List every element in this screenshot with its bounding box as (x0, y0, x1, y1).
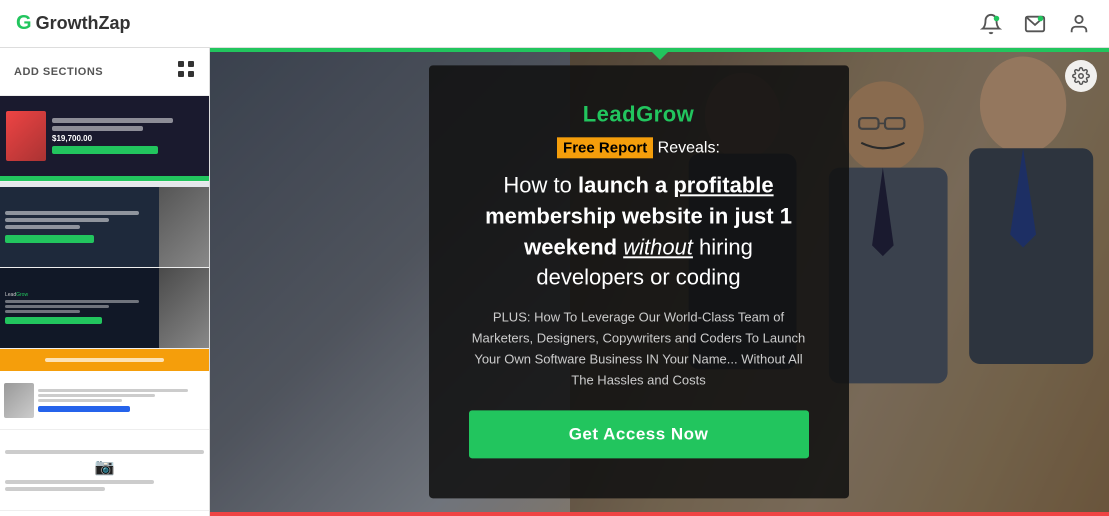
thumbnail-3: LeadGrow (0, 268, 209, 348)
logo-g-icon: G (16, 12, 32, 35)
list-item[interactable] (0, 349, 209, 430)
user-icon-btn[interactable] (1065, 10, 1093, 38)
notification-icon-btn[interactable] (977, 10, 1005, 38)
logo: G GrowthZap (16, 12, 131, 35)
card-body-text: PLUS: How To Leverage Our World-Class Te… (469, 308, 809, 391)
top-triangle-arrow (652, 52, 668, 60)
card-logo: LeadGrow (469, 101, 809, 127)
list-item[interactable]: LeadGrow (0, 268, 209, 349)
sidebar: ADD SECTIONS (0, 48, 210, 516)
card-logo-suffix: Grow (636, 101, 694, 126)
get-access-button[interactable]: Get Access Now (469, 411, 809, 459)
main-layout: ADD SECTIONS (0, 48, 1109, 516)
nav-icons-group (977, 10, 1093, 38)
card-logo-prefix: Lead (583, 101, 636, 126)
thumbnail-2 (0, 187, 209, 267)
sidebar-header-label: ADD SECTIONS (14, 66, 103, 78)
grid-icon[interactable] (177, 60, 195, 83)
card-subtitle-highlighted: Free Report (557, 137, 653, 158)
list-item[interactable] (0, 187, 209, 268)
bottom-accent-bar (210, 512, 1109, 516)
settings-gear-button[interactable] (1065, 60, 1097, 92)
thumbnail-4 (0, 349, 209, 429)
card-subtitle-rest: Reveals: (653, 139, 720, 156)
card-headline: How to launch a profitablemembership web… (469, 170, 809, 293)
top-navigation: G GrowthZap (0, 0, 1109, 48)
thumbnail-5: 📷 (0, 430, 209, 510)
sidebar-header: ADD SECTIONS (0, 48, 209, 96)
thumbnail-1: $19,700.00 (0, 96, 209, 176)
mail-icon-btn[interactable] (1021, 10, 1049, 38)
logo-text: GrowthZap (36, 13, 131, 34)
sidebar-thumbnails: $19,700.00 (0, 96, 209, 511)
list-item[interactable]: 📷 (0, 430, 209, 511)
content-area: LeadGrow Free Report Reveals: How to lau… (210, 48, 1109, 516)
leadgrow-card: LeadGrow Free Report Reveals: How to lau… (429, 65, 849, 498)
card-subtitle-line: Free Report Reveals: (469, 137, 809, 162)
list-item[interactable]: $19,700.00 (0, 96, 209, 182)
